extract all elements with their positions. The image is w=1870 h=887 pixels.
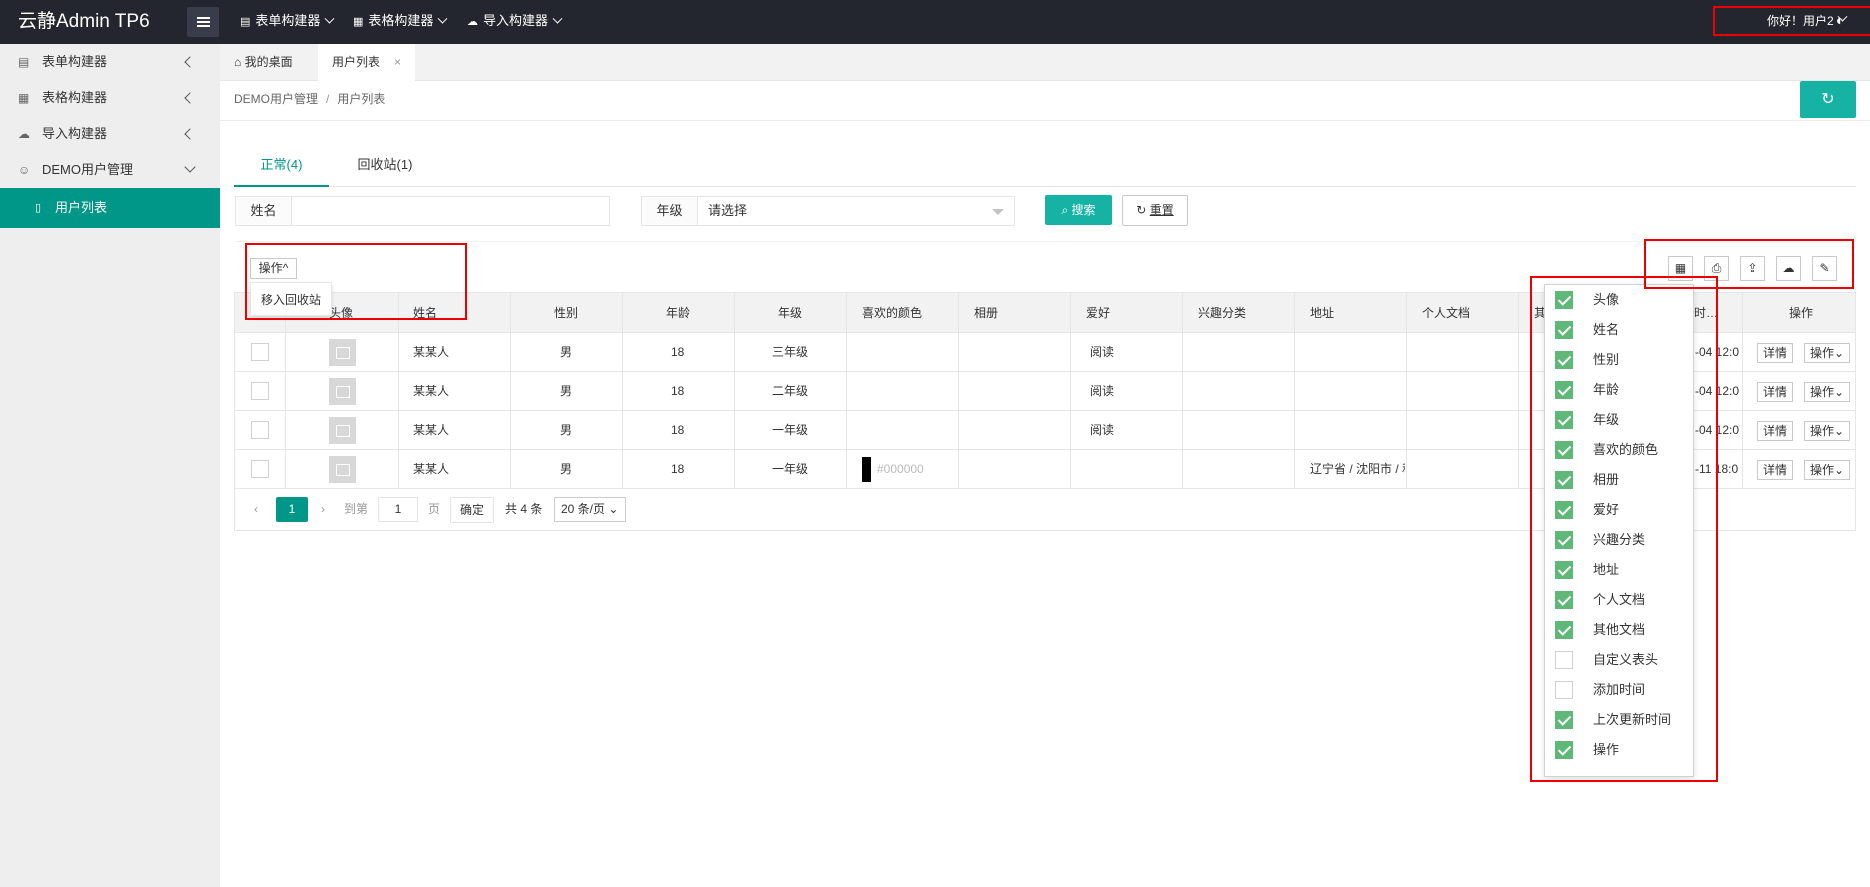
detail-button[interactable]: 详情 (1757, 382, 1793, 402)
page-tabs-bar: ⌂ 我的桌面 用户列表 × (220, 44, 1870, 81)
avatar-image (329, 378, 356, 405)
dropdown-arrow-icon (992, 209, 1004, 215)
name-label: 姓名 (235, 196, 292, 226)
topnav-table-builder[interactable]: ▦ 表格构建器 (353, 0, 448, 44)
row-checkbox[interactable] (251, 421, 269, 439)
tab-user-list[interactable]: 用户列表 × (318, 44, 416, 81)
highlight-box-columns (1530, 276, 1718, 782)
row-operation-button[interactable]: 操作⌄ (1804, 421, 1850, 441)
user-icon: ☺ (18, 163, 31, 177)
pager-current-page[interactable]: 1 (276, 497, 308, 522)
sidebar: ▤ 表单构建器 ▦ 表格构建器 ☁ 导入构建器 ☺ DEMO用户管理 ▯ 用户列… (0, 44, 220, 887)
avatar-image (329, 456, 356, 483)
pager-total: 共 4 条 (505, 502, 543, 516)
chevron-left-icon (184, 56, 196, 68)
cloud-upload-icon: ☁ (467, 16, 478, 28)
menu-toggle-button[interactable] (187, 7, 219, 37)
search-button[interactable]: ⌕ 搜索 (1045, 195, 1112, 225)
cloud-upload-icon: ☁ (18, 127, 30, 141)
breadcrumb-parent[interactable]: DEMO用户管理 (234, 92, 318, 106)
top-bar: 云静Admin TP6 ▤ 表单构建器 ▦ 表格构建器 ☁ 导入构建器 你好！用户2 … (0, 0, 1870, 44)
detail-button[interactable]: 详情 (1757, 460, 1793, 480)
highlight-box-user (1713, 6, 1870, 36)
close-icon[interactable]: × (394, 55, 401, 69)
avatar-image (329, 417, 356, 444)
row-checkbox[interactable] (251, 382, 269, 400)
row-operation-button[interactable]: 操作⌄ (1804, 460, 1850, 480)
color-swatch (862, 457, 871, 482)
file-icon: ▯ (35, 202, 42, 214)
sidebar-item-import-builder[interactable]: ☁ 导入构建器 (0, 116, 220, 152)
tab-normal[interactable]: 正常(4) (234, 150, 329, 187)
pager-size-select[interactable]: 20 条/页 ⌄ (554, 497, 626, 522)
refresh-button[interactable]: ↻ (1800, 81, 1856, 118)
name-input[interactable] (291, 196, 610, 226)
home-icon: ⌂ (234, 55, 242, 69)
avatar-image (329, 339, 356, 366)
sidebar-item-table-builder[interactable]: ▦ 表格构建器 (0, 80, 220, 116)
chevron-left-icon (184, 128, 196, 140)
hamburger-icon (197, 17, 210, 19)
detail-button[interactable]: 详情 (1757, 421, 1793, 441)
topnav-import-builder[interactable]: ☁ 导入构建器 (467, 0, 563, 44)
row-operation-button[interactable]: 操作⌄ (1804, 382, 1850, 402)
row-checkbox[interactable] (251, 460, 269, 478)
reset-button[interactable]: ↻ 重置 (1122, 195, 1188, 226)
tab-desktop[interactable]: ⌂ 我的桌面 (220, 44, 307, 81)
app-logo-title: 云静Admin TP6 (18, 11, 150, 32)
pager-prev[interactable]: ‹ (254, 497, 258, 522)
search-icon: ⌕ (1061, 203, 1069, 217)
form-icon: ▤ (240, 16, 251, 28)
tab-recycle[interactable]: 回收站(1) (350, 150, 420, 187)
chevron-down-icon (552, 13, 563, 24)
form-icon: ▤ (18, 55, 30, 69)
sidebar-item-form-builder[interactable]: ▤ 表单构建器 (0, 44, 220, 80)
row-checkbox[interactable] (251, 343, 269, 361)
pager-page-input[interactable]: 1 (378, 497, 418, 522)
chevron-down-icon (324, 13, 335, 24)
table-icon: ▦ (18, 91, 30, 105)
row-operation-button[interactable]: 操作⌄ (1804, 343, 1850, 363)
pager-confirm-button[interactable]: 确定 (450, 497, 494, 523)
sidebar-item-demo-user[interactable]: ☺ DEMO用户管理 (0, 152, 220, 188)
content-tabs: 正常(4) 回收站(1) (234, 150, 1856, 187)
chevron-left-icon (184, 92, 196, 104)
chevron-down-icon (184, 161, 196, 173)
topnav-form-builder[interactable]: ▤ 表单构建器 (240, 0, 335, 44)
reset-icon: ↻ (1136, 203, 1147, 217)
refresh-icon: ↻ (1821, 91, 1835, 108)
detail-button[interactable]: 详情 (1757, 343, 1793, 363)
grade-label: 年级 (641, 196, 698, 226)
sidebar-item-user-list[interactable]: ▯ 用户列表 (0, 188, 220, 228)
table-icon: ▦ (353, 16, 364, 28)
pager-next[interactable]: › (321, 497, 325, 522)
breadcrumb: DEMO用户管理 / 用户列表 (234, 92, 386, 106)
chevron-down-icon (437, 13, 448, 24)
breadcrumb-current: 用户列表 (337, 92, 386, 106)
grade-select[interactable]: 请选择 (697, 196, 1015, 226)
highlight-box-operation (245, 243, 467, 320)
